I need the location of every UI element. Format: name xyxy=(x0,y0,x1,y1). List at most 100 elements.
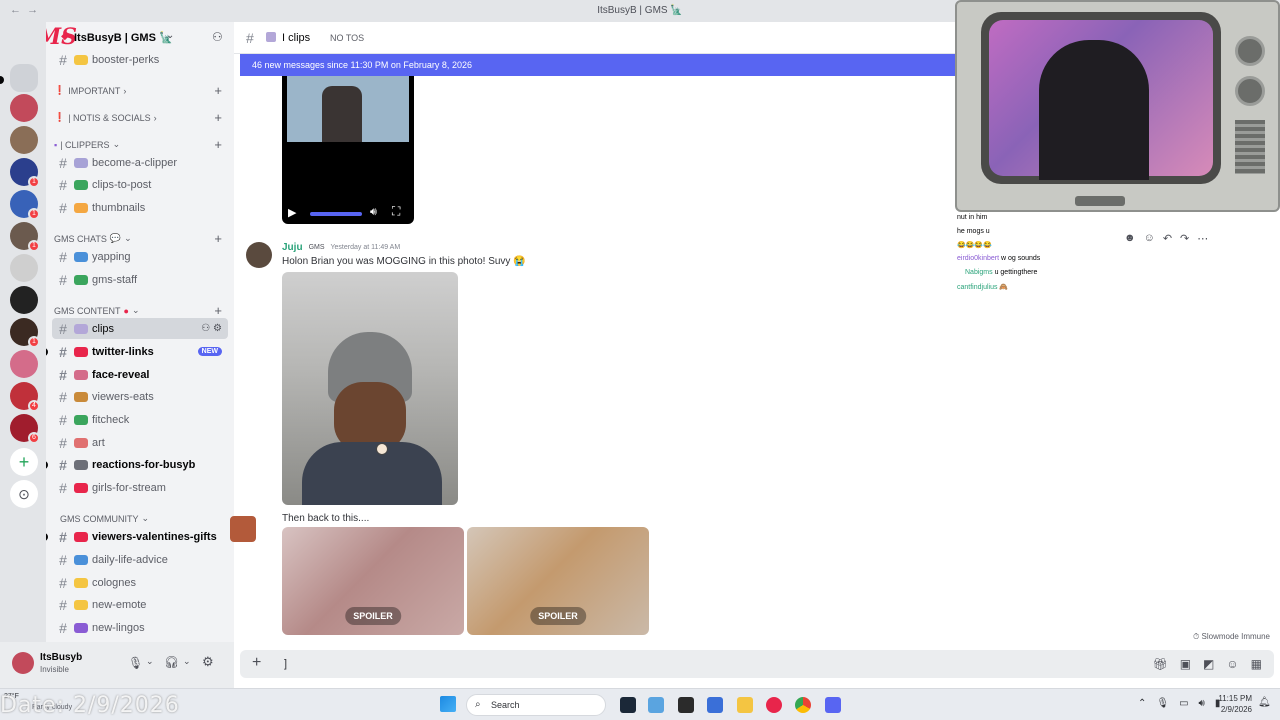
microphone-icon[interactable]: 🎙︎ xyxy=(1156,698,1169,709)
emoji-icon[interactable]: ☺ xyxy=(1144,232,1155,245)
headphones-icon[interactable]: 🎧︎ xyxy=(164,655,179,669)
new-messages-banner[interactable]: 46 new messages since 11:30 PM on Februa… xyxy=(240,54,956,76)
server-icon[interactable] xyxy=(10,94,38,122)
channel-booster-perks[interactable]: # booster-perks xyxy=(52,49,228,70)
channel-viewers-valentines-gifts[interactable]: # viewers-valentines-gifts xyxy=(46,526,228,547)
server-icon[interactable]: 1 xyxy=(10,222,40,252)
clock-date[interactable]: 2/9/2026 xyxy=(1214,705,1252,714)
category-important[interactable]: ❗ IMPORTANT › + xyxy=(54,83,226,98)
category-gms-community[interactable]: GMS COMMUNITY ⌄ xyxy=(60,513,232,524)
server-icon[interactable] xyxy=(10,254,38,282)
server-icon[interactable]: 1 xyxy=(10,318,40,348)
discord-icon[interactable] xyxy=(825,697,841,713)
more-icon[interactable]: ⋯ xyxy=(1197,232,1208,245)
add-channel-icon[interactable]: + xyxy=(214,303,222,318)
video-progress[interactable] xyxy=(310,212,362,216)
composer-input[interactable]: ] xyxy=(284,658,287,670)
spoiler-image[interactable]: SPOILER xyxy=(282,527,464,635)
category-notis[interactable]: ❗ | NOTIS & SOCIALS › + xyxy=(54,110,226,125)
spoiler-label: SPOILER xyxy=(345,607,401,625)
spoiler-image[interactable]: SPOILER xyxy=(467,527,649,635)
file-explorer-icon[interactable] xyxy=(737,697,753,713)
channel-viewers-eats[interactable]: # viewers-eats xyxy=(52,386,228,407)
channel-gms-staff[interactable]: # gms-staff xyxy=(52,269,228,290)
emoji-icon[interactable]: ☺ xyxy=(1226,657,1238,671)
windows-start-icon[interactable] xyxy=(440,696,456,712)
epic-games-icon[interactable] xyxy=(678,697,694,713)
taskbar-search[interactable]: ⌕ Search xyxy=(466,694,606,716)
photo-attachment[interactable] xyxy=(282,272,458,505)
chevron-down-icon[interactable]: ⌄ xyxy=(183,656,191,667)
channel-art[interactable]: # art xyxy=(52,432,228,453)
channel-girls-for-stream[interactable]: # girls-for-stream xyxy=(52,477,228,498)
server-icon[interactable] xyxy=(10,126,38,154)
channel-face-reveal[interactable]: # face-reveal xyxy=(52,364,228,385)
channel-become-a-clipper[interactable]: # become-a-clipper xyxy=(52,152,228,173)
add-attachment-icon[interactable]: + xyxy=(252,654,261,672)
app-icon[interactable] xyxy=(648,697,664,713)
channel-emoji-icon xyxy=(74,622,88,633)
play-icon[interactable]: ▶ xyxy=(288,206,296,219)
spoiler-label: SPOILER xyxy=(530,607,586,625)
volume-icon[interactable]: 🔊︎ xyxy=(370,206,377,219)
clock-time[interactable]: 11:15 PM xyxy=(1218,694,1252,703)
app-icon[interactable] xyxy=(766,697,782,713)
add-channel-icon[interactable]: + xyxy=(214,83,222,98)
channel-reactions-for-busyb[interactable]: # reactions-for-busyb xyxy=(46,454,228,475)
microphone-icon[interactable]: 🎙︎ xyxy=(128,656,143,670)
volume-icon[interactable]: 🔊︎ xyxy=(1199,698,1205,709)
video-attachment[interactable]: ▶ 🔊︎ ⛶ xyxy=(282,76,414,224)
server-icon[interactable]: 1 xyxy=(10,158,40,188)
notification-icon[interactable]: 🔔︎ xyxy=(1258,697,1271,708)
reply-icon[interactable]: ↶ xyxy=(1163,232,1172,245)
network-icon[interactable]: ▭ xyxy=(1179,698,1188,709)
channel-yapping[interactable]: # yapping xyxy=(52,246,228,267)
gift-icon[interactable]: 🎁︎ xyxy=(1152,657,1167,671)
channel-clips[interactable]: # clips ⚇ ⚙ xyxy=(52,318,228,339)
add-channel-icon[interactable]: + xyxy=(214,137,222,152)
add-channel-icon[interactable]: + xyxy=(214,231,222,246)
forward-icon[interactable]: ↷ xyxy=(1180,232,1189,245)
channel-colognes[interactable]: # colognes xyxy=(52,572,228,593)
avatar[interactable] xyxy=(12,652,34,674)
message-composer[interactable]: + ] 🎁︎ ▣ ◩ ☺ ▦ xyxy=(240,650,1274,678)
server-icon-game[interactable] xyxy=(10,64,38,92)
sticker-icon[interactable]: ◩ xyxy=(1203,657,1214,671)
channel-fitcheck[interactable]: # fitcheck xyxy=(52,409,228,430)
reaction-icon[interactable]: ☻ xyxy=(1124,232,1136,245)
add-member-icon[interactable]: ⚇ xyxy=(212,30,223,44)
mention-badge: 6 xyxy=(28,432,40,444)
server-icon[interactable]: 6 xyxy=(10,414,40,444)
settings-icon[interactable]: ⚇ ⚙ xyxy=(201,323,222,334)
category-gms-content[interactable]: GMS CONTENT ● ⌄ + xyxy=(54,303,226,318)
category-gms-chats[interactable]: GMS CHATS 💬 ⌄ + xyxy=(54,231,226,246)
avatar[interactable] xyxy=(230,516,256,542)
avatar[interactable] xyxy=(246,242,272,268)
server-icon[interactable] xyxy=(10,350,38,378)
channel-thumbnails[interactable]: # thumbnails xyxy=(52,197,228,218)
gif-icon[interactable]: ▣ xyxy=(1180,657,1191,671)
channel-new-emote[interactable]: # new-emote xyxy=(52,594,228,615)
category-clippers[interactable]: ▪ | CLIPPERS ⌄ + xyxy=(54,137,226,152)
steam-icon[interactable] xyxy=(620,697,636,713)
channel-daily-life-advice[interactable]: # daily-life-advice xyxy=(52,549,228,570)
app-icon[interactable] xyxy=(707,697,723,713)
webcam-overlay xyxy=(955,0,1280,212)
chrome-icon[interactable] xyxy=(795,697,811,713)
message-author[interactable]: Juju xyxy=(282,242,303,253)
chevron-down-icon[interactable]: ⌄ xyxy=(146,656,154,667)
discover-icon[interactable]: ⊙ xyxy=(10,480,38,508)
apps-icon[interactable]: ▦ xyxy=(1251,657,1262,671)
add-channel-icon[interactable]: + xyxy=(214,110,222,125)
server-icon[interactable]: 1 xyxy=(10,190,40,220)
channel-clips-to-post[interactable]: # clips-to-post xyxy=(52,174,228,195)
channel-new-lingos[interactable]: # new-lingos xyxy=(52,617,228,638)
add-server-icon[interactable]: + xyxy=(10,448,38,476)
chevron-right-icon: › xyxy=(153,112,157,123)
server-icon[interactable] xyxy=(10,286,38,314)
chevron-up-icon[interactable]: ⌃ xyxy=(1138,698,1146,709)
server-icon[interactable]: 4 xyxy=(10,382,40,412)
channel-twitter-links[interactable]: # twitter-links NEW xyxy=(46,341,228,362)
fullscreen-icon[interactable]: ⛶ xyxy=(392,204,400,219)
gear-icon[interactable]: ⚙ xyxy=(202,654,214,670)
